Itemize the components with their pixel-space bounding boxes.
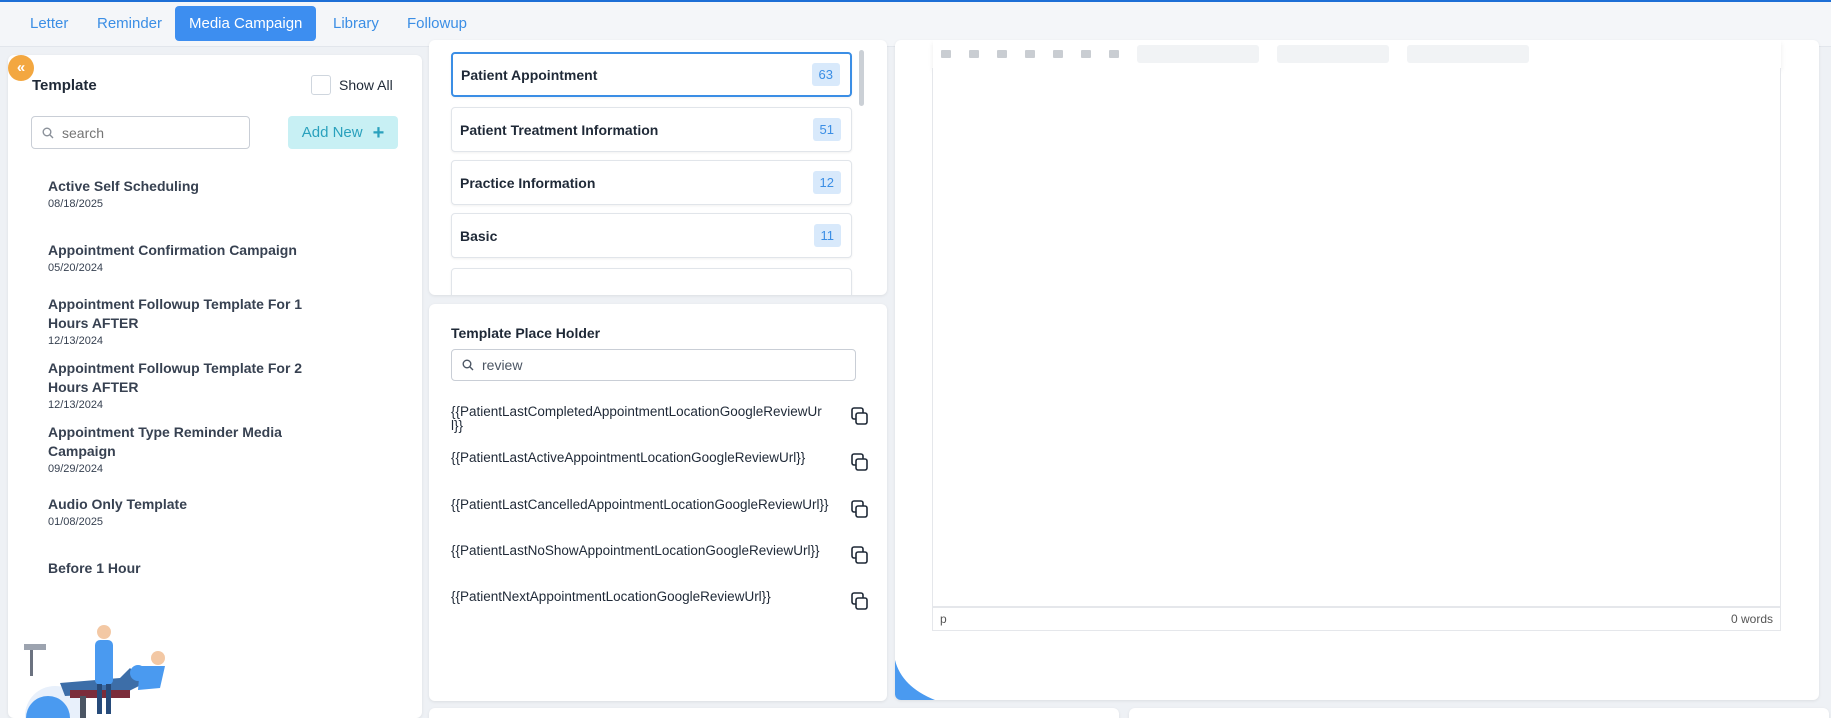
placeholder-text: {{PatientNextAppointmentLocationGoogleRe… [451,589,771,604]
category-count-badge: 11 [813,224,841,247]
template-item-before-1-hour[interactable]: Before 1 Hour [48,559,328,580]
placeholder-text: {{PatientLastCancelledAppointmentLocatio… [451,497,829,512]
placeholder-item: {{PatientLastCancelledAppointmentLocatio… [451,498,871,521]
placeholder-text: {{PatientLastNoShowAppointmentLocationGo… [451,543,820,558]
template-search-input[interactable] [62,124,212,141]
template-name: Audio Only Template [48,496,187,512]
category-panel: Patient Appointment 63 Patient Treatment… [429,40,887,295]
editor-content-area[interactable] [932,68,1781,607]
plus-icon: + [372,121,385,144]
template-date: 12/13/2024 [48,335,104,347]
placeholder-item: {{PatientLastCompletedAppointmentLocatio… [451,405,871,433]
placeholder-text: {{PatientLastCompletedAppointmentLocatio… [451,404,822,433]
category-item-practice-information[interactable]: Practice Information 12 [451,160,852,205]
template-name: Appointment Followup Template For 2 Hour… [48,360,303,395]
decorative-wave [895,660,936,700]
template-date: 08/18/2025 [48,198,104,210]
template-date: 12/13/2024 [48,399,104,411]
search-icon [462,359,474,371]
category-name: Patient Appointment [461,66,598,83]
block-format-select[interactable] [1407,45,1529,63]
placeholder-item: {{PatientLastActiveAppointmentLocationGo… [451,451,871,474]
template-panel-title: Template [32,77,97,94]
placeholder-search-input[interactable] [482,357,632,373]
tab-followup[interactable]: Followup [393,6,481,41]
list-icon[interactable] [1109,50,1119,58]
template-name: Before 1 Hour [48,560,141,576]
template-date: 05/20/2024 [48,262,104,274]
category-name: Patient Treatment Information [460,121,659,138]
template-item-audio-only[interactable]: Audio Only Template 01/08/2025 [48,495,328,528]
collapse-sidebar-button[interactable]: « [8,55,34,81]
editor-toolbar [933,40,1781,68]
category-scrollbar[interactable] [859,50,864,106]
template-date: 01/08/2025 [48,516,104,528]
template-name: Appointment Confirmation Campaign [48,242,297,258]
template-date: 09/29/2024 [48,463,104,475]
copy-icon[interactable] [849,545,871,567]
element-path[interactable]: p [940,612,947,626]
show-all-checkbox[interactable] [311,75,331,95]
category-count-badge: 51 [812,118,841,141]
strikethrough-icon[interactable] [1081,50,1091,58]
font-size-select[interactable] [1277,45,1389,63]
tab-library[interactable]: Library [319,6,393,41]
undo-icon[interactable] [941,50,951,58]
template-item-active-self-scheduling[interactable]: Active Self Scheduling 08/18/2025 [48,177,328,210]
template-item-appointment-type-reminder[interactable]: Appointment Type Reminder Media Campaign… [48,423,298,475]
category-item-patient-appointment[interactable]: Patient Appointment 63 [451,52,852,97]
bottom-panel-left [429,708,1119,718]
editor-statusbar: p 0 words [932,607,1781,631]
template-item-followup-2-hours[interactable]: Appointment Followup Template For 2 Hour… [48,359,308,411]
add-new-label: Add New [301,124,363,141]
template-search[interactable] [31,116,250,149]
placeholder-search[interactable] [451,349,856,381]
dentist-illustration [24,625,165,718]
placeholder-text: {{PatientLastActiveAppointmentLocationGo… [451,450,806,465]
editor-panel: p 0 words [895,40,1819,700]
placeholder-panel: Template Place Holder {{PatientLastCompl… [429,304,887,701]
redo-icon[interactable] [969,50,979,58]
underline-icon[interactable] [1053,50,1063,58]
show-all-label: Show All [339,77,393,93]
copy-icon[interactable] [849,406,871,428]
template-item-appointment-confirmation[interactable]: Appointment Confirmation Campaign 05/20/… [48,241,328,274]
copy-icon[interactable] [849,499,871,521]
tab-letter[interactable]: Letter [16,6,82,41]
category-item-patient-treatment-information[interactable]: Patient Treatment Information 51 [451,107,852,152]
placeholder-panel-title: Template Place Holder [451,325,601,341]
category-item-partial[interactable] [451,268,852,295]
template-item-followup-1-hour[interactable]: Appointment Followup Template For 1 Hour… [48,295,308,347]
placeholder-item: {{PatientNextAppointmentLocationGoogleRe… [451,590,871,613]
category-item-basic[interactable]: Basic 11 [451,213,852,258]
tab-media-campaign[interactable]: Media Campaign [175,6,317,41]
italic-icon[interactable] [1025,50,1035,58]
double-chevron-left-icon: « [16,59,26,76]
template-name: Appointment Followup Template For 1 Hour… [48,296,303,331]
tab-reminder[interactable]: Reminder [83,6,176,41]
placeholder-item: {{PatientLastNoShowAppointmentLocationGo… [451,544,871,567]
search-icon [42,127,54,138]
category-count-badge: 63 [811,63,840,86]
word-count: 0 words [1730,612,1773,626]
template-name: Active Self Scheduling [48,178,199,194]
copy-icon[interactable] [849,591,871,613]
font-family-select[interactable] [1137,45,1259,63]
category-name: Practice Information [460,174,596,191]
copy-icon[interactable] [849,452,871,474]
add-new-button[interactable]: Add New + [288,116,398,149]
bottom-panel-right [1129,708,1829,718]
template-name: Appointment Type Reminder Media Campaign [48,424,282,459]
bold-icon[interactable] [997,50,1007,58]
show-all-toggle[interactable]: Show All [311,75,393,95]
category-count-badge: 12 [812,171,841,194]
category-name: Basic [460,227,498,244]
